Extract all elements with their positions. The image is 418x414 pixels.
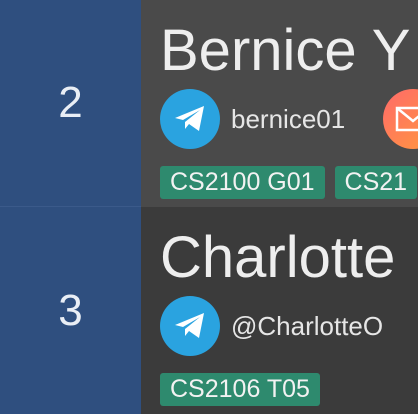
- person-index: 3: [0, 207, 141, 414]
- tag-list: CS2100 G01 CS21: [160, 166, 418, 199]
- tag: CS21: [334, 166, 418, 199]
- telegram-handle[interactable]: @CharlotteO: [231, 311, 383, 342]
- tag: CS2106 T05: [160, 373, 320, 406]
- person-card[interactable]: 2 Bernice Y bernice01 CS2100 G01 CS21: [0, 0, 418, 207]
- person-details: Bernice Y bernice01 CS2100 G01 CS21: [141, 0, 418, 207]
- person-index: 2: [0, 0, 141, 207]
- contact-row: @CharlotteO: [160, 296, 418, 356]
- tag-list: CS2106 T05: [160, 373, 330, 406]
- person-name: Charlotte: [160, 225, 396, 290]
- contact-row: bernice01: [160, 89, 418, 149]
- telegram-handle[interactable]: bernice01: [231, 104, 345, 135]
- telegram-icon[interactable]: [160, 296, 220, 356]
- person-list: 2 Bernice Y bernice01 CS2100 G01 CS21 3 …: [0, 0, 418, 414]
- email-icon[interactable]: [383, 89, 418, 149]
- tag: CS2100 G01: [160, 166, 325, 199]
- person-card[interactable]: 3 Charlotte @CharlotteO CS2106 T05: [0, 207, 418, 414]
- person-name: Bernice Y: [160, 18, 411, 83]
- telegram-icon[interactable]: [160, 89, 220, 149]
- person-details: Charlotte @CharlotteO CS2106 T05: [141, 207, 418, 414]
